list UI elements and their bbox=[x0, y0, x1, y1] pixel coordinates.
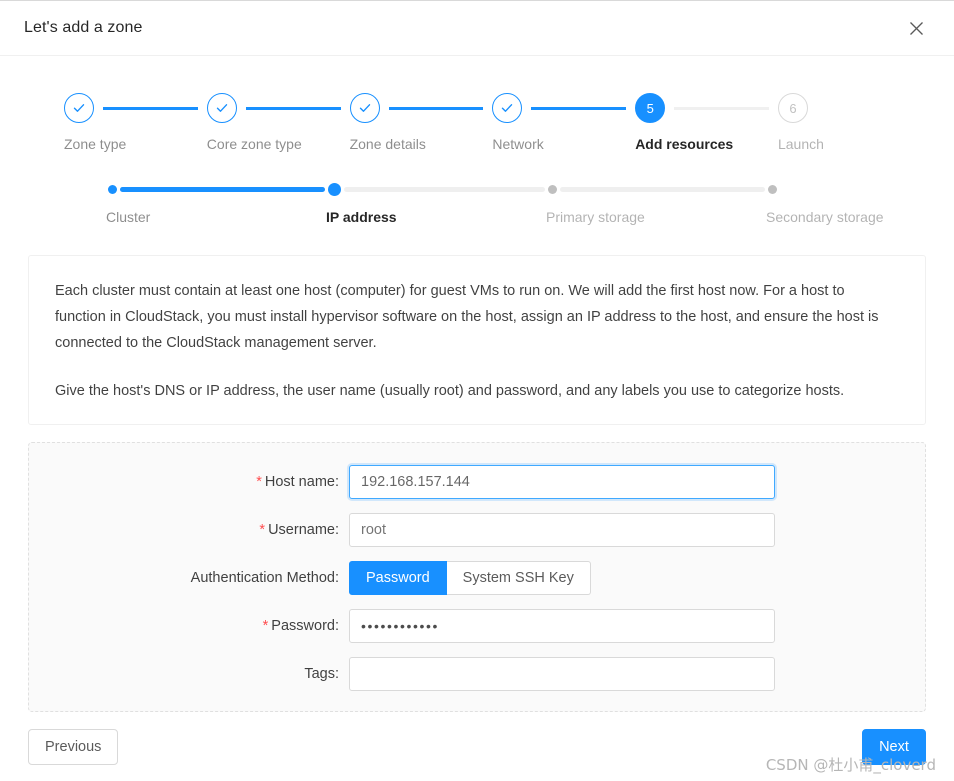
substep-label: Secondary storage bbox=[766, 209, 884, 225]
substep-head bbox=[328, 182, 548, 196]
substep-connector bbox=[120, 186, 325, 192]
substep-dot-icon bbox=[768, 184, 777, 194]
substep-dot-icon bbox=[108, 184, 117, 194]
step-head: 6 bbox=[777, 92, 898, 124]
check-icon bbox=[206, 93, 237, 123]
step-head bbox=[206, 92, 350, 124]
step-connector bbox=[388, 106, 484, 110]
password-control bbox=[349, 609, 775, 643]
substep-connector bbox=[344, 186, 545, 192]
tags-label: Tags: bbox=[304, 666, 339, 682]
step-add-resources[interactable]: 5 Add resources bbox=[635, 92, 778, 152]
host-name-control bbox=[349, 465, 775, 499]
username-input[interactable] bbox=[349, 513, 775, 547]
form-row-password: * Password: bbox=[29, 609, 925, 643]
substep-connector bbox=[560, 186, 765, 192]
modal-body: Zone type Core zone type Zone details Ne… bbox=[0, 92, 954, 712]
auth-method-control: Password System SSH Key bbox=[349, 561, 775, 595]
form-row-tags: Tags: bbox=[29, 657, 925, 691]
auth-method-label: Authentication Method: bbox=[190, 570, 339, 586]
step-zone-details[interactable]: Zone details bbox=[349, 92, 493, 152]
step-network[interactable]: Network bbox=[492, 92, 635, 152]
check-icon bbox=[492, 93, 523, 123]
wizard-steps: Zone type Core zone type Zone details Ne… bbox=[28, 92, 926, 152]
page-title: Let's add a zone bbox=[24, 19, 143, 36]
step-zone-type[interactable]: Zone type bbox=[64, 92, 207, 152]
substep-cluster[interactable]: Cluster bbox=[106, 182, 328, 225]
step-core-zone-type[interactable]: Core zone type bbox=[206, 92, 350, 152]
step-head bbox=[492, 92, 635, 124]
substep-head bbox=[548, 182, 768, 196]
step-connector bbox=[245, 106, 341, 110]
password-label-text: Password: bbox=[271, 618, 339, 634]
host-name-label-text: Host name: bbox=[264, 474, 339, 490]
username-label-text: Username: bbox=[268, 522, 339, 538]
required-mark: * bbox=[259, 522, 266, 538]
substep-ip-address[interactable]: IP address bbox=[326, 182, 548, 225]
substep-label: IP address bbox=[326, 209, 397, 225]
step-label: Zone details bbox=[349, 136, 426, 152]
step-launch[interactable]: 6 Launch bbox=[777, 92, 898, 152]
form-row-host-name: * Host name: bbox=[29, 465, 925, 499]
info-paragraph-1: Each cluster must contain at least one h… bbox=[55, 283, 879, 351]
host-form-card: *Host name: *Username: Authentication Me… bbox=[28, 442, 926, 712]
auth-method-password-button[interactable]: Password bbox=[349, 561, 447, 595]
substep-label: Primary storage bbox=[546, 209, 645, 225]
wizard-substeps: Cluster IP address Primary storage Secon… bbox=[28, 182, 926, 225]
info-card: Each cluster must contain at least one h… bbox=[28, 255, 926, 425]
substep-dot-icon bbox=[328, 182, 341, 196]
required-mark: * bbox=[256, 474, 262, 490]
tags-input[interactable] bbox=[349, 657, 775, 691]
substep-head bbox=[768, 182, 898, 196]
host-name-label: * Host name: bbox=[29, 474, 349, 490]
username-control bbox=[349, 513, 775, 547]
step-head: 5 bbox=[635, 92, 778, 124]
substep-secondary-storage[interactable]: Secondary storage bbox=[766, 182, 898, 225]
step-label: Zone type bbox=[64, 136, 127, 152]
required-mark: * bbox=[262, 618, 269, 634]
step-label: Core zone type bbox=[206, 136, 302, 152]
host-name-input[interactable] bbox=[349, 465, 775, 499]
tags-control bbox=[349, 657, 775, 691]
check-icon bbox=[349, 93, 380, 123]
substep-dot-icon bbox=[548, 184, 557, 194]
step-label: Network bbox=[492, 136, 544, 152]
step-number: 6 bbox=[777, 93, 808, 123]
password-label: * Password: bbox=[29, 618, 349, 634]
substep-primary-storage[interactable]: Primary storage bbox=[546, 182, 768, 225]
substep-head bbox=[108, 182, 328, 196]
form-row-auth-method: Authentication Method: Password System S… bbox=[29, 561, 925, 595]
substep-label: Cluster bbox=[106, 209, 151, 225]
auth-method-radio-group: Password System SSH Key bbox=[349, 561, 775, 595]
previous-button[interactable]: Previous bbox=[28, 729, 119, 765]
form-row-username: * Username: bbox=[29, 513, 925, 547]
step-connector bbox=[674, 106, 769, 110]
add-zone-modal: Let's add a zone Zone type Core zone typ… bbox=[0, 0, 954, 781]
step-label: Launch bbox=[777, 136, 824, 152]
modal-header: Let's add a zone bbox=[0, 1, 954, 56]
step-number: 5 bbox=[635, 93, 666, 123]
username-label: * Username: bbox=[29, 522, 349, 538]
info-paragraph-2: Give the host's DNS or IP address, the u… bbox=[55, 383, 845, 399]
auth-method-ssh-key-button[interactable]: System SSH Key bbox=[446, 561, 591, 595]
check-icon bbox=[64, 93, 94, 123]
step-head bbox=[64, 92, 207, 124]
close-icon[interactable] bbox=[902, 14, 930, 42]
step-connector bbox=[103, 106, 198, 110]
step-head bbox=[349, 92, 493, 124]
watermark: CSDN @杜小甫_cloverd bbox=[765, 756, 936, 774]
password-input[interactable] bbox=[349, 609, 775, 643]
step-label: Add resources bbox=[635, 136, 734, 152]
step-connector bbox=[531, 106, 627, 110]
